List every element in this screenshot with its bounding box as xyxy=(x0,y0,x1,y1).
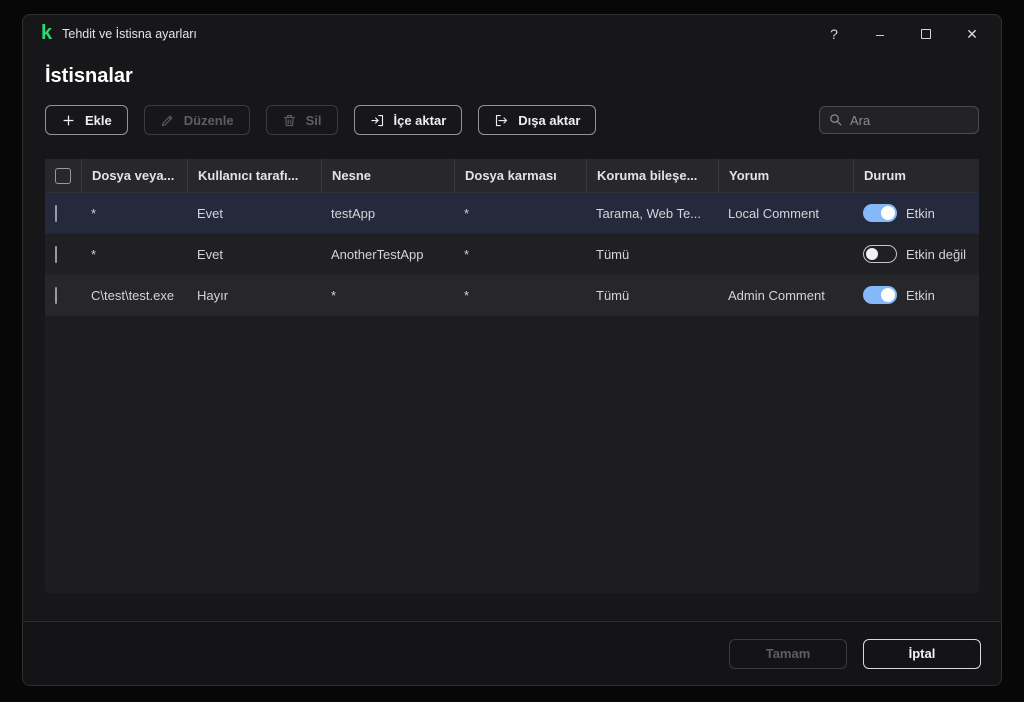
row-checkbox[interactable] xyxy=(55,245,57,263)
cell-file: C\test\test.exe xyxy=(91,287,175,303)
cell-object: AnotherTestApp xyxy=(331,246,424,262)
toggle-knob xyxy=(866,247,878,260)
search-icon xyxy=(830,114,842,126)
maximize-icon xyxy=(921,29,931,39)
footer: Tamam İptal xyxy=(23,621,1001,685)
column-header-comment[interactable]: Yorum xyxy=(718,159,853,192)
cell-user: Hayır xyxy=(197,287,229,303)
column-header-status[interactable]: Durum xyxy=(853,159,979,192)
help-icon: ? xyxy=(830,26,838,42)
import-button-label: İçe aktar xyxy=(393,112,447,128)
cell-hash: * xyxy=(464,205,470,221)
table-header: Dosya veya... Kullanıcı tarafı... Nesne … xyxy=(45,159,979,193)
minimize-icon: – xyxy=(876,26,884,42)
column-header-user[interactable]: Kullanıcı tarafı... xyxy=(187,159,321,192)
window-title: Tehdit ve İstisna ayarları xyxy=(62,27,197,41)
cell-status: Etkin değil xyxy=(853,245,979,263)
export-button-label: Dışa aktar xyxy=(518,112,581,128)
kaspersky-logo-icon: k xyxy=(41,22,53,44)
export-button[interactable]: Dışa aktar xyxy=(478,105,597,135)
toggle-knob xyxy=(881,288,895,302)
status-label: Etkin değil xyxy=(906,246,966,262)
help-button[interactable]: ? xyxy=(811,18,857,50)
close-button[interactable]: ✕ xyxy=(949,18,995,50)
cell-file: * xyxy=(91,205,97,221)
cell-file: * xyxy=(91,246,97,262)
close-icon: ✕ xyxy=(966,25,978,42)
cell-comment: Admin Comment xyxy=(728,287,825,303)
cell-user: Evet xyxy=(197,246,224,262)
exclusions-table: Dosya veya... Kullanıcı tarafı... Nesne … xyxy=(45,159,979,593)
cell-component: Tümü xyxy=(596,246,630,262)
cancel-button[interactable]: İptal xyxy=(863,638,981,669)
cell-object: * xyxy=(331,287,337,303)
trash-icon xyxy=(283,114,295,126)
export-icon xyxy=(496,114,508,126)
cell-status: Etkin xyxy=(853,286,979,304)
delete-button-label: Sil xyxy=(305,112,322,128)
plus-icon xyxy=(63,115,74,125)
row-checkbox-cell xyxy=(45,286,81,304)
ok-button[interactable]: Tamam xyxy=(729,638,847,669)
search-box xyxy=(819,106,979,134)
add-button-label: Ekle xyxy=(85,112,112,128)
cell-object: testApp xyxy=(331,205,376,221)
status-label: Etkin xyxy=(906,205,935,221)
search-input[interactable] xyxy=(819,106,979,134)
cell-user: Evet xyxy=(197,205,224,221)
column-header-hash[interactable]: Dosya karması xyxy=(454,159,586,192)
import-button[interactable]: İçe aktar xyxy=(353,105,463,135)
minimize-button[interactable]: – xyxy=(857,18,903,50)
page-title: İstisnalar xyxy=(45,65,133,87)
delete-button[interactable]: Sil xyxy=(265,105,338,135)
edit-button[interactable]: Düzenle xyxy=(143,105,250,135)
status-toggle[interactable] xyxy=(863,245,897,263)
row-checkbox[interactable] xyxy=(55,204,57,222)
edit-button-label: Düzenle xyxy=(183,112,234,128)
app-window: k Tehdit ve İstisna ayarları ? – ✕ İstis… xyxy=(22,14,1002,686)
row-checkbox-cell xyxy=(45,245,81,263)
cell-status: Etkin xyxy=(853,204,979,222)
row-checkbox-cell xyxy=(45,204,81,222)
status-toggle[interactable] xyxy=(863,286,897,304)
cell-component: Tarama, Web Te... xyxy=(596,205,702,221)
header-checkbox-cell xyxy=(45,159,81,192)
select-all-checkbox[interactable] xyxy=(55,167,71,184)
titlebar: k Tehdit ve İstisna ayarları ? – ✕ xyxy=(23,15,1001,53)
cell-component: Tümü xyxy=(596,287,630,303)
status-toggle[interactable] xyxy=(863,204,897,222)
column-header-component[interactable]: Koruma bileşe... xyxy=(586,159,718,192)
pencil-icon xyxy=(161,115,173,126)
status-label: Etkin xyxy=(906,287,935,303)
toolbar: Ekle Düzenle Sil İçe aktar Dışa aktar xyxy=(45,105,979,135)
cell-hash: * xyxy=(464,287,470,303)
table-row[interactable]: C\test\test.exe Hayır * * Tümü Admin Com… xyxy=(45,275,979,316)
add-button[interactable]: Ekle xyxy=(45,105,128,135)
row-checkbox[interactable] xyxy=(55,286,57,304)
column-header-object[interactable]: Nesne xyxy=(321,159,454,192)
table-row[interactable]: * Evet AnotherTestApp * Tümü Etkin değil xyxy=(45,234,979,275)
import-icon xyxy=(370,114,383,126)
cell-hash: * xyxy=(464,246,470,262)
table-empty-area xyxy=(45,316,979,593)
toggle-knob xyxy=(881,206,895,220)
maximize-button[interactable] xyxy=(903,18,949,50)
table-row[interactable]: * Evet testApp * Tarama, Web Te... Local… xyxy=(45,193,979,234)
column-header-file[interactable]: Dosya veya... xyxy=(81,159,187,192)
cell-comment: Local Comment xyxy=(728,205,820,221)
